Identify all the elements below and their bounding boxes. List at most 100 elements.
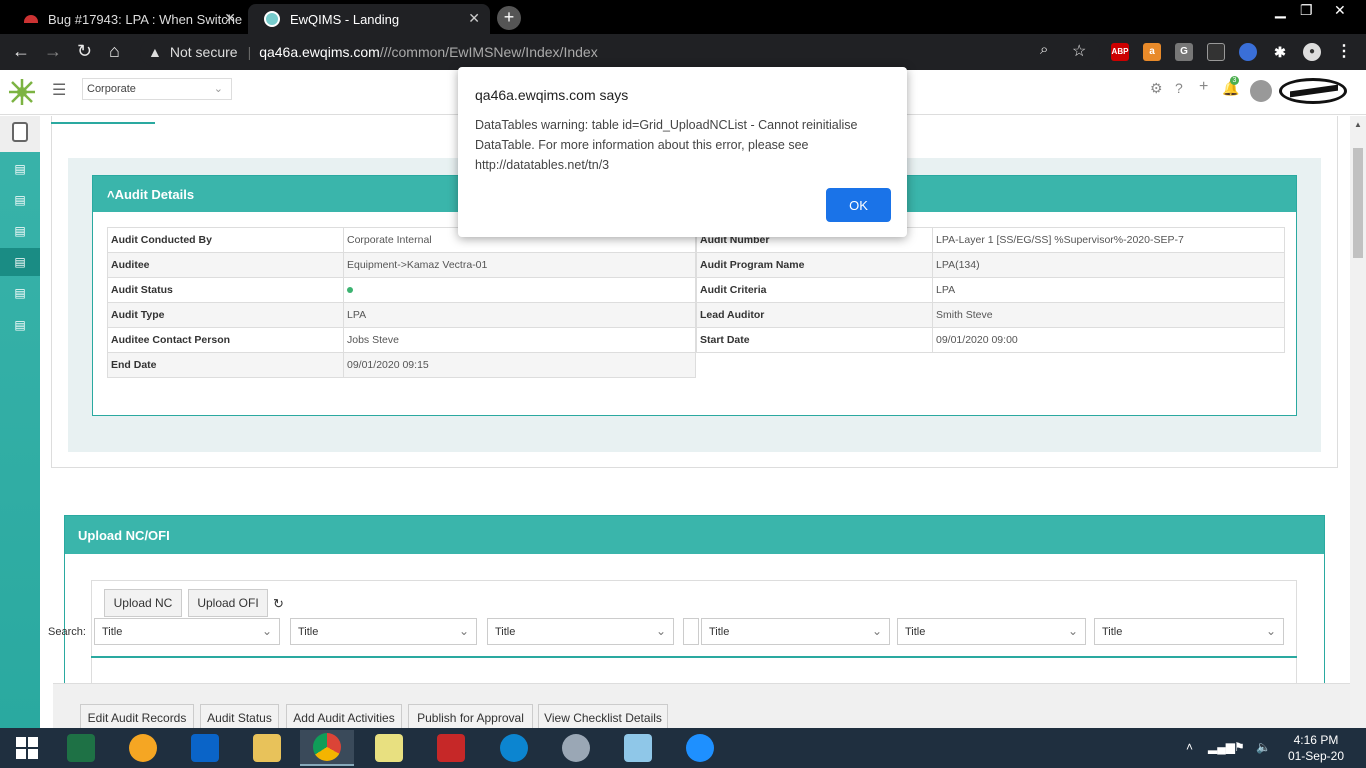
window-close-icon[interactable]: ✕ <box>1334 2 1346 19</box>
back-arrow-icon[interactable]: ← <box>12 41 30 62</box>
windows-logo-icon <box>16 737 38 759</box>
taskbar-notepad-app[interactable] <box>611 730 665 766</box>
table-row: Auditee Contact Person Jobs Steve <box>107 327 696 353</box>
page-scrollbar[interactable]: ▲ <box>1350 116 1366 728</box>
title-filter-select-5[interactable]: Title ⌄ <box>897 618 1086 645</box>
table-row: Lead Auditor Smith Steve <box>696 302 1285 328</box>
sticky-notes-icon <box>375 734 403 762</box>
add-icon[interactable]: + <box>1199 78 1208 96</box>
hamburger-menu-icon[interactable]: ☰ <box>52 80 66 100</box>
upload-nc-button[interactable]: Upload NC <box>104 589 182 617</box>
dialog-ok-button[interactable]: OK <box>826 188 891 222</box>
title-filter-select-2[interactable]: Title ⌄ <box>290 618 477 645</box>
audit-details-title: Audit Details <box>114 187 195 202</box>
sidebar-item-1[interactable]: ▤ <box>0 155 40 183</box>
sidebar-item-3[interactable]: ▤ <box>0 217 40 245</box>
taskbar-excel-app[interactable] <box>54 730 108 766</box>
scrollbar-thumb[interactable] <box>1353 148 1363 258</box>
grid-header-divider <box>91 656 1297 658</box>
publish-for-approval-button[interactable]: Publish for Approval <box>408 704 533 728</box>
sidebar-item-5[interactable]: ▤ <box>0 279 40 307</box>
extensions-puzzle-icon[interactable]: ✱ <box>1271 43 1289 61</box>
taskbar-clock[interactable]: 4:16 PM 01-Sep-20 <box>1288 732 1344 764</box>
url-path: ///common/EwIMSNew/Index/Index <box>379 44 598 60</box>
scroll-up-icon[interactable]: ▲ <box>1354 120 1362 129</box>
refresh-icon[interactable]: ↻ <box>273 596 284 612</box>
network-icon[interactable]: ▂▄▆ <box>1208 740 1235 754</box>
document-icon: ▤ <box>14 318 26 332</box>
table-row: Start Date 09/01/2020 09:00 <box>696 327 1285 353</box>
edge-icon <box>500 734 528 762</box>
browser-tab-bug[interactable]: Bug #17943: LPA : When Switche ✕ <box>8 4 246 34</box>
address-bar[interactable]: ▲ Not secure | qa46a.ewqims.com ///commo… <box>140 38 1100 66</box>
extension-doc-icon[interactable] <box>1207 43 1225 61</box>
home-icon[interactable]: ⌂ <box>109 41 120 62</box>
action-footer-bar: Edit Audit Records Audit Status Add Audi… <box>53 683 1350 728</box>
chevron-down-icon: ⌄ <box>458 624 469 638</box>
table-row: Audit Criteria LPA <box>696 277 1285 303</box>
sidebar-item-2[interactable]: ▤ <box>0 186 40 214</box>
chevron-down-icon: ⌄ <box>1265 624 1276 638</box>
extension-g-icon[interactable]: G <box>1175 43 1193 61</box>
notification-badge: 3 <box>1230 76 1239 85</box>
adblock-plus-icon[interactable]: ABP <box>1111 43 1129 61</box>
browser-menu-icon[interactable]: ⋮ <box>1335 43 1353 61</box>
taskbar-edge-app[interactable] <box>487 730 541 766</box>
view-checklist-details-button[interactable]: View Checklist Details <box>538 704 668 728</box>
upload-nc-ofi-header: Upload NC/OFI <box>65 516 1324 554</box>
new-tab-button[interactable]: + <box>497 6 521 30</box>
upload-ofi-button[interactable]: Upload OFI <box>188 589 268 617</box>
table-row: Audit Status <box>107 277 696 303</box>
sidebar-top <box>0 116 40 152</box>
not-secure-label[interactable]: Not secure <box>170 44 238 60</box>
flag-icon[interactable]: ⚑ <box>1234 740 1245 754</box>
alert-dialog: qa46a.ewqims.com says DataTables warning… <box>458 67 907 237</box>
taskbar-chrome-app[interactable] <box>300 730 354 766</box>
zoom-icon[interactable]: ⌕ <box>1040 41 1048 58</box>
taskbar-explorer-app[interactable] <box>240 730 294 766</box>
title-filter-select-6[interactable]: Title ⌄ <box>1094 618 1284 645</box>
table-row: End Date 09/01/2020 09:15 <box>107 352 696 378</box>
title-filter-select-3[interactable]: Title ⌄ <box>487 618 674 645</box>
reload-icon[interactable]: ↻ <box>77 41 92 62</box>
volume-icon[interactable]: 🔈 <box>1256 740 1271 754</box>
audit-status-button[interactable]: Audit Status <box>200 704 279 728</box>
start-button[interactable] <box>0 730 54 766</box>
taskbar-sticky-notes-app[interactable] <box>362 730 416 766</box>
edit-audit-records-button[interactable]: Edit Audit Records <box>80 704 194 728</box>
clipboard-icon[interactable] <box>12 122 28 142</box>
add-audit-activities-button[interactable]: Add Audit Activities <box>286 704 402 728</box>
help-icon[interactable]: ? <box>1175 80 1183 96</box>
chevron-down-icon: ⌄ <box>1067 624 1078 638</box>
tab-title: EwQIMS - Landing <box>290 11 400 27</box>
sidebar-item-6[interactable]: ▤ <box>0 311 40 339</box>
taskbar-outlook-app[interactable] <box>178 730 232 766</box>
outlook-icon <box>191 734 219 762</box>
extension-color-icon[interactable] <box>1239 43 1257 61</box>
tray-expand-icon[interactable]: ˄ <box>1186 740 1193 754</box>
title-filter-select-1[interactable]: Title ⌄ <box>94 618 280 645</box>
restore-icon[interactable]: ❐ <box>1300 2 1313 19</box>
flower-app-icon <box>129 734 157 762</box>
corporate-select[interactable]: Corporate ⌄ <box>82 78 232 100</box>
close-tab-icon[interactable]: ✕ <box>468 10 480 27</box>
taskbar-ie-app[interactable] <box>673 730 727 766</box>
collapse-caret-icon: ˄ <box>107 187 115 202</box>
document-icon: ▤ <box>14 286 26 300</box>
settings-gear-icon[interactable]: ⚙ <box>1150 80 1163 97</box>
profile-icon[interactable]: ● <box>1303 43 1321 61</box>
url-host: qa46a.ewqims.com <box>259 44 380 60</box>
taskbar-security-app[interactable] <box>424 730 478 766</box>
taskbar-flower-app[interactable] <box>116 730 170 766</box>
shield-icon <box>437 734 465 762</box>
browser-tab-ewqims[interactable]: EwQIMS - Landing ✕ <box>248 4 490 34</box>
title-filter-select-4[interactable]: Title ⌄ <box>701 618 890 645</box>
taskbar-snipping-app[interactable] <box>549 730 603 766</box>
user-avatar[interactable] <box>1250 80 1272 102</box>
bookmark-star-icon[interactable]: ☆ <box>1072 41 1086 61</box>
close-tab-icon[interactable]: ✕ <box>224 10 236 27</box>
extension-a-icon[interactable]: a <box>1143 43 1161 61</box>
forward-arrow-icon[interactable]: → <box>44 41 62 62</box>
minimize-icon[interactable]: ▁ <box>1275 2 1286 19</box>
sidebar-item-4[interactable]: ▤ <box>0 248 40 276</box>
